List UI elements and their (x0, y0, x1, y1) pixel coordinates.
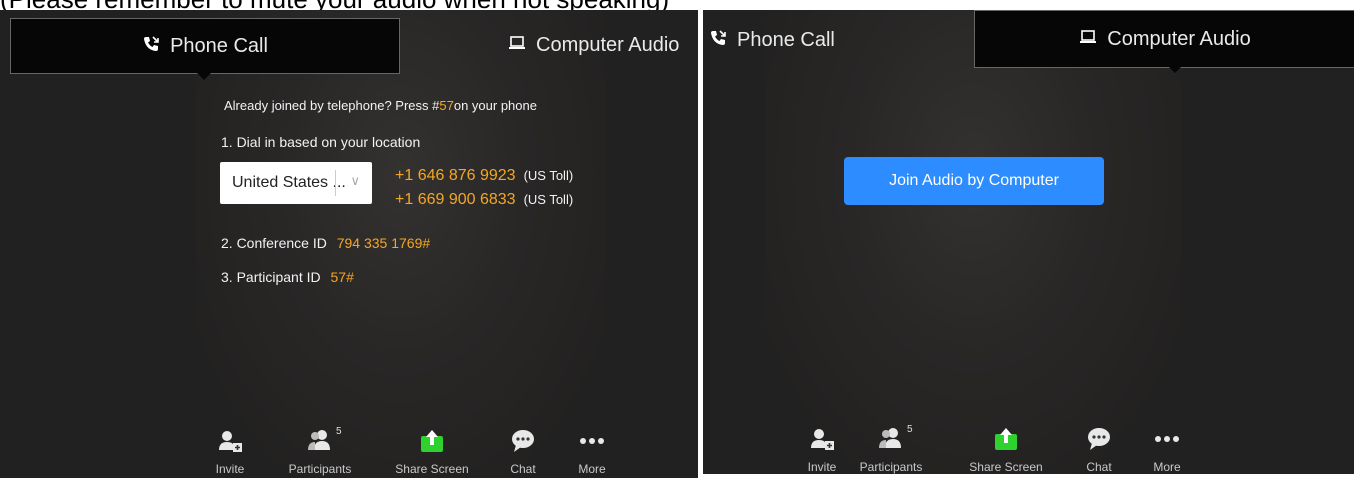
chat-icon (483, 428, 563, 458)
invite-icon (782, 426, 862, 456)
laptop-icon (1079, 29, 1097, 50)
dial-in-number-2: +1 669 900 6833 (US Toll) (395, 191, 574, 208)
participant-count-badge: 5 (336, 426, 342, 437)
invite-icon (190, 428, 270, 458)
step1-label: 1. Dial in based on your location (221, 134, 421, 150)
tab-phone-call-label: Phone Call (170, 34, 268, 57)
share-screen-button[interactable]: Share Screen (966, 426, 1046, 474)
share-screen-icon (392, 428, 472, 458)
tab-computer-audio-label: Computer Audio (1107, 27, 1251, 50)
chat-button[interactable]: Chat (483, 428, 563, 476)
tab-computer-audio[interactable]: Computer Audio (508, 24, 688, 66)
invite-button[interactable]: Invite (190, 428, 270, 476)
participant-id-row: 3. Participant ID 57# (221, 269, 354, 285)
more-icon (1127, 426, 1207, 456)
participants-icon: 5 (280, 426, 360, 458)
participants-button[interactable]: 5 Participants (280, 426, 360, 476)
already-joined-text: Already joined by telephone? Press #57on… (224, 98, 537, 113)
chevron-down-icon: ∨ (350, 173, 360, 188)
conference-id-row: 2. Conference ID 794 335 1769# (221, 235, 431, 251)
phone-icon (709, 29, 727, 52)
country-select[interactable]: United States ... ∨ (220, 162, 372, 204)
join-audio-by-computer-button[interactable]: Join Audio by Computer (844, 157, 1104, 205)
participant-count-badge: 5 (907, 424, 913, 435)
more-icon (552, 428, 632, 458)
dial-in-number-1: +1 646 876 9923 (US Toll) (395, 167, 574, 184)
computer-audio-panel: Phone Call Computer Audio Join Audio by … (703, 10, 1354, 474)
share-screen-icon (966, 426, 1046, 456)
share-screen-button[interactable]: Share Screen (392, 428, 472, 476)
more-button[interactable]: More (1127, 426, 1207, 474)
more-button[interactable]: More (552, 428, 632, 476)
tab-phone-call[interactable]: Phone Call (709, 20, 869, 60)
invite-button[interactable]: Invite (782, 426, 862, 474)
phone-icon (142, 35, 160, 58)
tab-computer-audio[interactable]: Computer Audio (974, 10, 1354, 68)
tab-phone-call-label: Phone Call (737, 28, 835, 51)
conference-id-value: 794 335 1769 (336, 235, 423, 251)
participant-id-value: 57 (330, 269, 347, 285)
participants-icon: 5 (851, 424, 931, 456)
laptop-icon (508, 35, 526, 56)
phone-call-panel: Phone Call Computer Audio Already joined… (0, 10, 698, 478)
tab-phone-call[interactable]: Phone Call (10, 18, 400, 74)
tab-computer-audio-label: Computer Audio (536, 33, 680, 56)
participants-button[interactable]: 5 Participants (851, 424, 931, 474)
